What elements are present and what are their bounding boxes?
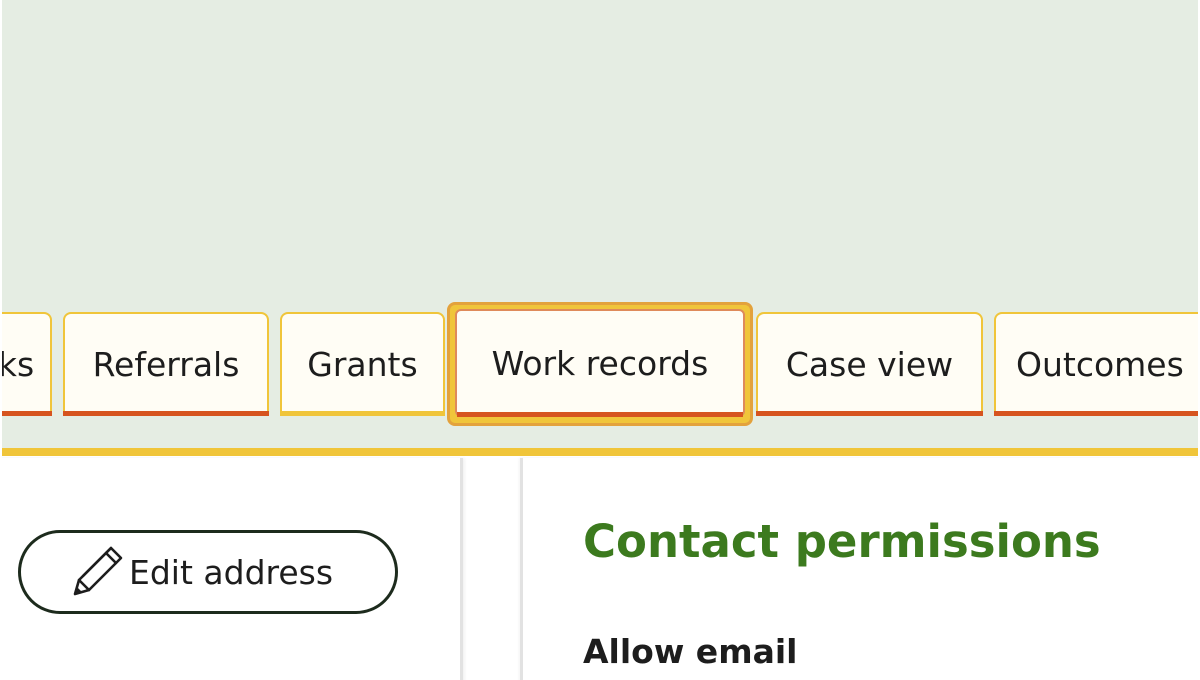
pencil-icon (73, 546, 123, 596)
tab-work-records[interactable]: Work records (455, 309, 745, 417)
tab-case-view[interactable]: Case view (756, 312, 983, 416)
app-frame: ks Referrals Grants Work records Case vi… (0, 0, 1200, 680)
tab-links[interactable]: ks (0, 312, 52, 416)
section-heading: Contact permissions (583, 515, 1101, 568)
tab-label: Case view (785, 344, 954, 384)
left-edge (0, 0, 2, 680)
tab-label: Grants (307, 344, 418, 384)
tab-label: ks (0, 344, 35, 384)
tab-referrals[interactable]: Referrals (63, 312, 269, 416)
tab-underline-rule (0, 448, 1200, 456)
tab-label: Outcomes (1016, 344, 1184, 384)
edit-address-label: Edit address (129, 552, 334, 592)
tab-label: Referrals (92, 344, 240, 384)
allow-email-label: Allow email (583, 632, 798, 671)
tab-outcomes[interactable]: Outcomes (994, 312, 1200, 416)
tab-grants[interactable]: Grants (280, 312, 445, 416)
edit-address-button[interactable]: Edit address (18, 530, 398, 614)
tab-label: Work records (491, 343, 709, 383)
